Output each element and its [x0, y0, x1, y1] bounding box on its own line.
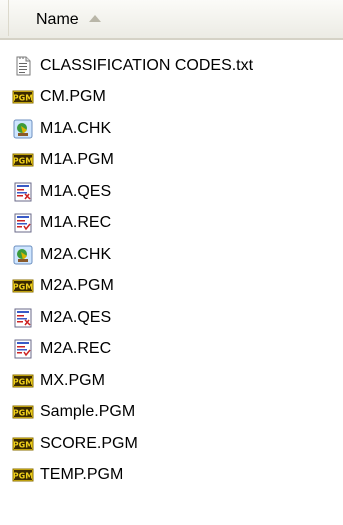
file-name-label: M1A.QES — [40, 182, 112, 200]
file-name-label: M2A.PGM — [40, 277, 114, 295]
file-row[interactable]: M1A.QES — [0, 176, 343, 208]
svg-text:PGM: PGM — [13, 472, 33, 481]
file-row[interactable]: M2A.REC — [0, 334, 343, 366]
file-row[interactable]: PGM M2A.PGM — [0, 271, 343, 303]
file-list: CLASSIFICATION CODES.txt PGM CM.PGM M1A.CHK… — [0, 50, 343, 491]
file-row[interactable]: M1A.REC — [0, 208, 343, 240]
pgm-file-icon: PGM — [12, 464, 34, 486]
sort-ascending-icon — [89, 15, 101, 22]
pgm-file-icon: PGM — [12, 149, 34, 171]
svg-text:PGM: PGM — [13, 94, 33, 103]
file-row[interactable]: PGM Sample.PGM — [0, 397, 343, 429]
file-name-label: M2A.REC — [40, 340, 112, 358]
file-name-label: CLASSIFICATION CODES.txt — [40, 56, 254, 74]
qes-file-icon — [12, 181, 34, 203]
file-name-label: Sample.PGM — [40, 403, 136, 421]
file-row[interactable]: PGM M1A.PGM — [0, 145, 343, 177]
svg-text:PGM: PGM — [13, 409, 33, 418]
file-row[interactable]: PGM MX.PGM — [0, 365, 343, 397]
pgm-file-icon: PGM — [12, 401, 34, 423]
file-name-label: M1A.CHK — [40, 119, 112, 137]
file-row[interactable]: CLASSIFICATION CODES.txt — [0, 50, 343, 82]
name-column-header[interactable]: Name — [0, 0, 343, 40]
text-file-icon — [12, 55, 34, 77]
chk-file-icon — [12, 244, 34, 266]
file-row[interactable]: PGM CM.PGM — [0, 82, 343, 114]
file-name-label: TEMP.PGM — [40, 466, 124, 484]
svg-text:PGM: PGM — [13, 157, 33, 166]
file-name-label: CM.PGM — [40, 88, 106, 106]
rec-file-icon — [12, 212, 34, 234]
file-name-label: SCORE.PGM — [40, 434, 138, 452]
chk-file-icon — [12, 118, 34, 140]
svg-text:PGM: PGM — [13, 440, 33, 449]
column-separator — [8, 0, 9, 36]
file-row[interactable]: M2A.QES — [0, 302, 343, 334]
file-name-label: M2A.CHK — [40, 245, 112, 263]
svg-text:PGM: PGM — [13, 377, 33, 386]
rec-file-icon — [12, 338, 34, 360]
qes-file-icon — [12, 307, 34, 329]
file-name-label: M2A.QES — [40, 308, 112, 326]
file-name-label: M1A.REC — [40, 214, 112, 232]
pgm-file-icon: PGM — [12, 370, 34, 392]
pgm-file-icon: PGM — [12, 275, 34, 297]
file-row[interactable]: PGM TEMP.PGM — [0, 460, 343, 492]
file-name-label: MX.PGM — [40, 371, 105, 389]
file-row[interactable]: M2A.CHK — [0, 239, 343, 271]
file-row[interactable]: PGM SCORE.PGM — [0, 428, 343, 460]
name-column-label: Name — [36, 11, 79, 28]
svg-text:PGM: PGM — [13, 283, 33, 292]
file-list-view: Name CLASSIFICATION CODES.txt PGM CM.PGM M1… — [0, 0, 343, 525]
file-row[interactable]: M1A.CHK — [0, 113, 343, 145]
pgm-file-icon: PGM — [12, 433, 34, 455]
pgm-file-icon: PGM — [12, 86, 34, 108]
file-name-label: M1A.PGM — [40, 151, 114, 169]
